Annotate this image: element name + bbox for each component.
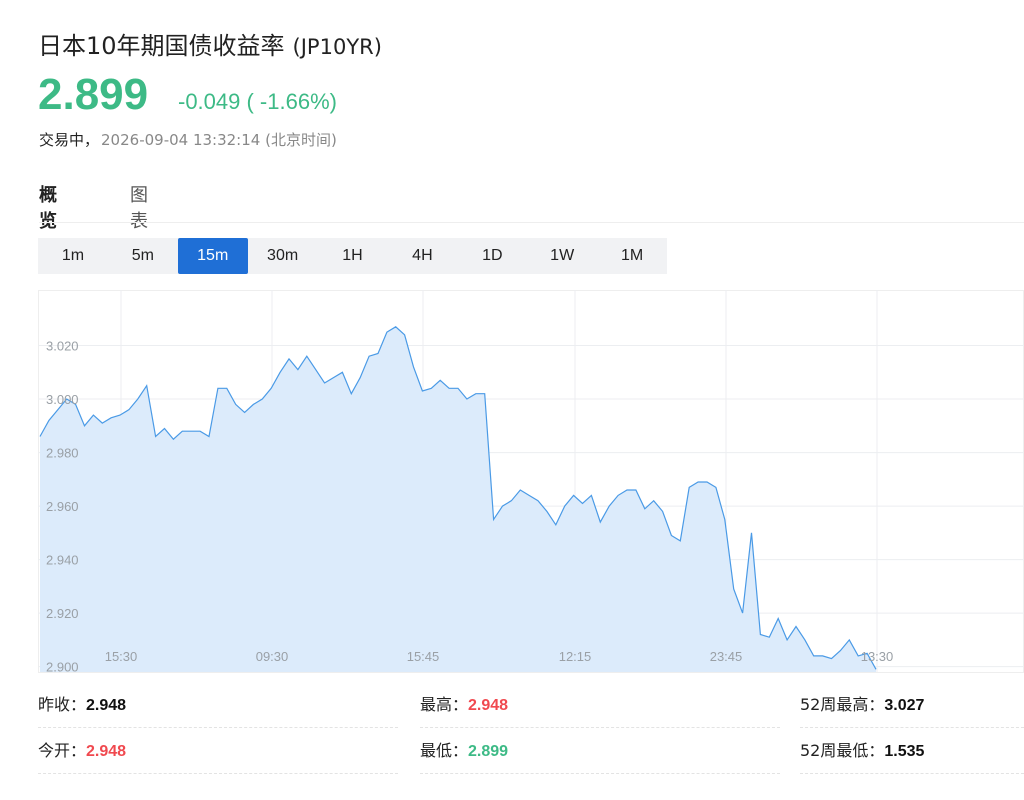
stat-label: 52周最低： (800, 741, 885, 760)
status-text: 交易中， (39, 131, 100, 149)
period-1d[interactable]: 1D (457, 238, 527, 274)
x-tick-label: 12:15 (559, 649, 592, 664)
stat-open: 今开：2.948 (38, 729, 398, 774)
x-tick-label: 15:45 (407, 649, 440, 664)
stats-row: 昨收：2.948 最高：2.948 52周最高：3.027 (38, 683, 1024, 728)
instrument-name: 日本10年期国债收益率 (38, 32, 285, 60)
period-15m[interactable]: 15m (177, 238, 248, 274)
current-price: 2.899 (38, 70, 149, 119)
yield-chart[interactable]: 3.020 3.000 2.980 2.960 2.940 2.920 2.900 15:30… (38, 290, 1024, 674)
stat-label: 昨收： (38, 695, 87, 714)
stat-52w-high: 52周最高：3.027 (800, 683, 1024, 728)
period-1month[interactable]: 1M (597, 238, 667, 274)
price-change: -0.049 ( -1.66%) (178, 89, 337, 114)
y-tick-label: 2.960 (46, 499, 79, 514)
period-1w[interactable]: 1W (527, 238, 597, 274)
stat-value: 2.948 (86, 743, 127, 760)
y-tick-label: 2.920 (46, 606, 79, 621)
chart-area-fill (40, 326, 876, 672)
x-tick-label: 13:30 (861, 649, 894, 664)
instrument-code: (JP10YR) (292, 35, 382, 59)
stat-value: 2.948 (468, 697, 509, 714)
period-1m[interactable]: 1m (38, 238, 108, 274)
y-tick-label: 2.940 (46, 553, 79, 568)
period-1h[interactable]: 1H (318, 238, 388, 274)
stat-low: 最低：2.899 (420, 729, 780, 774)
y-tick-label: 3.000 (46, 392, 79, 407)
stat-value: 3.027 (884, 697, 925, 714)
stat-label: 最高： (420, 695, 469, 714)
stat-label: 今开： (38, 741, 87, 760)
period-5m[interactable]: 5m (108, 238, 178, 274)
stat-label: 最低： (420, 741, 469, 760)
x-tick-label: 23:45 (710, 649, 743, 664)
x-tick-label: 09:30 (256, 649, 289, 664)
tab-chart[interactable]: 图表 (130, 181, 148, 243)
period-selector: 1m 5m 15m 30m 1H 4H 1D 1W 1M (38, 238, 667, 274)
stat-high: 最高：2.948 (420, 683, 780, 728)
stat-52w-low: 52周最低：1.535 (800, 729, 1024, 774)
stat-label: 52周最高： (800, 695, 885, 714)
stats-row: 今开：2.948 最低：2.899 52周最低：1.535 (38, 729, 1024, 774)
stat-prev-close: 昨收：2.948 (38, 683, 398, 728)
stat-value: 2.899 (468, 743, 509, 760)
tab-overview[interactable]: 概览 (39, 181, 57, 246)
x-tick-label: 15:30 (105, 649, 138, 664)
status-timestamp: 2026-09-04 13:32:14 (北京时间) (101, 131, 337, 149)
stat-value: 2.948 (86, 697, 127, 714)
y-tick-label: 2.980 (46, 446, 79, 461)
period-4h[interactable]: 4H (387, 238, 457, 274)
period-30m[interactable]: 30m (248, 238, 318, 274)
trading-status: 交易中， 2026-09-04 13:32:14 (北京时间) (39, 129, 337, 150)
stat-value: 1.535 (884, 743, 925, 760)
tab-divider (39, 222, 1024, 223)
page-title: 日本10年期国债收益率 (JP10YR) (38, 26, 382, 61)
y-tick-label: 2.900 (46, 660, 79, 674)
y-tick-label: 3.020 (46, 339, 79, 354)
